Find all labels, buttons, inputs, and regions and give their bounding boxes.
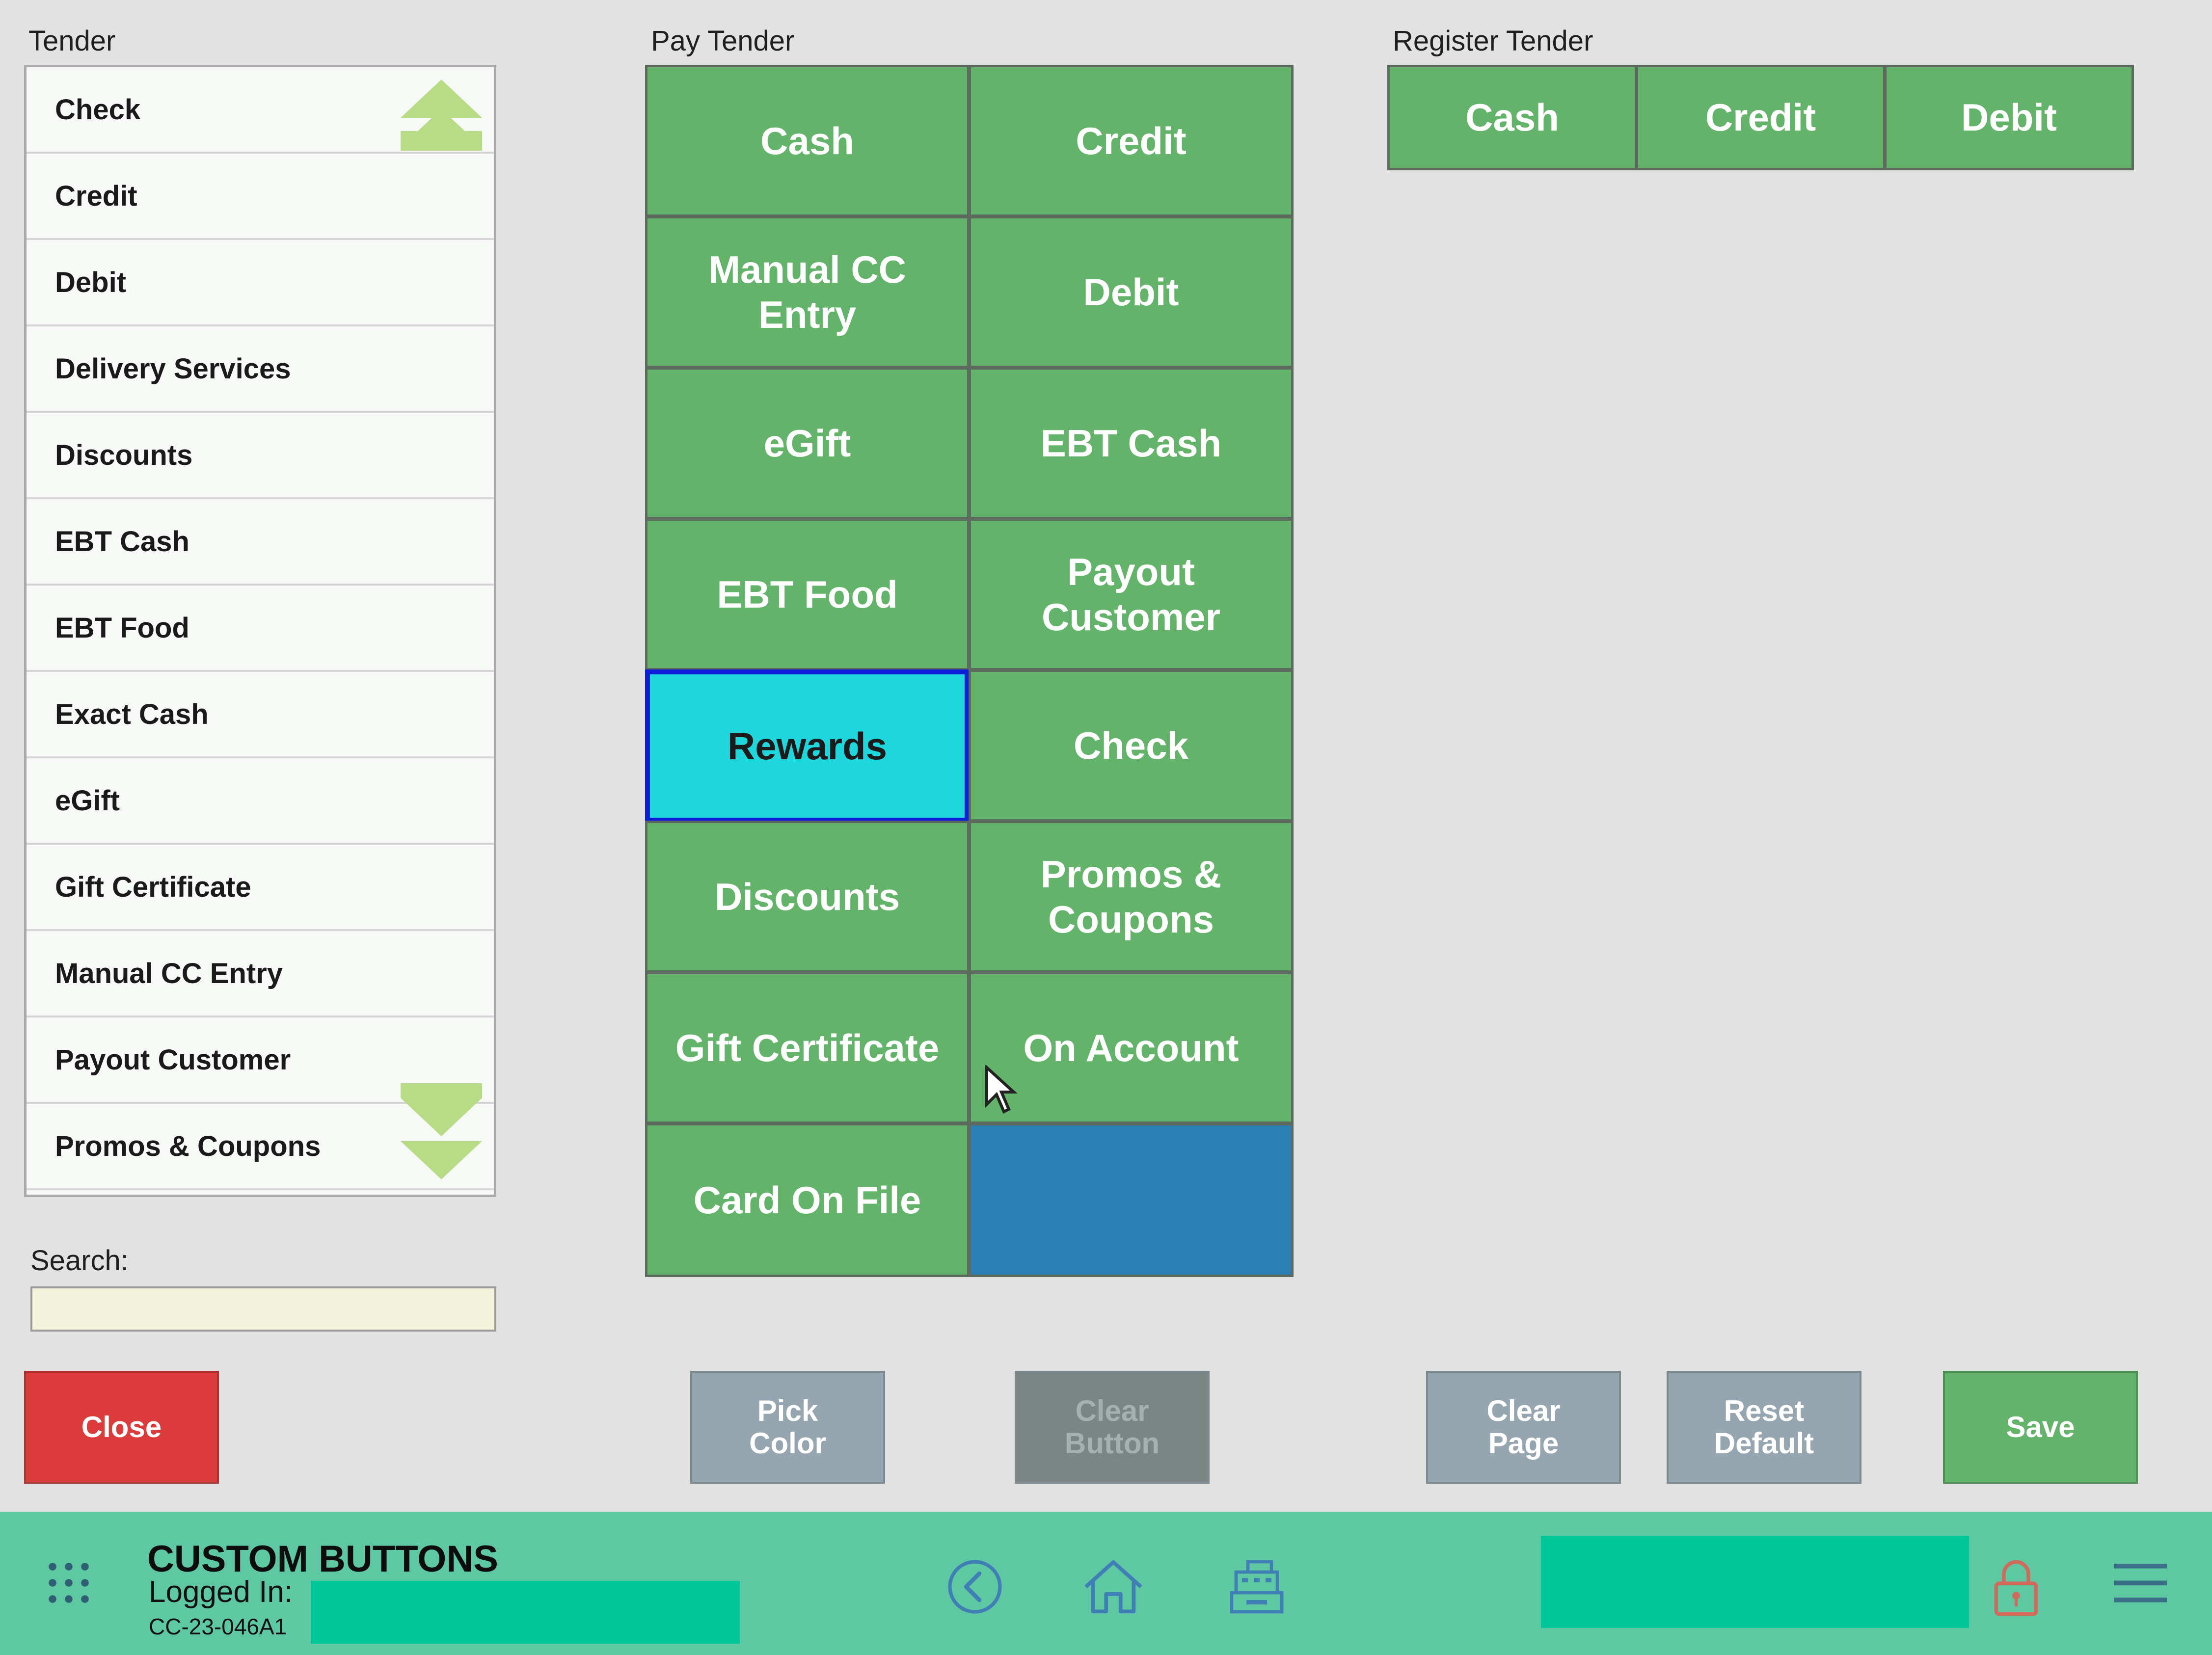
lock-icon[interactable] (1992, 1557, 2041, 1619)
home-icon[interactable] (1081, 1557, 1145, 1616)
logged-in-user-redacted (311, 1581, 740, 1644)
pay-tender-button[interactable]: Card On File (645, 1123, 970, 1277)
pay-tender-button[interactable]: Payout Customer (969, 518, 1294, 670)
tender-list-item[interactable]: Exact Cash (27, 672, 494, 758)
tender-list-item[interactable]: EBT Food (27, 586, 494, 672)
register-tender-button[interactable]: Cash (1387, 65, 1637, 170)
pay-tender-button[interactable]: EBT Food (645, 518, 970, 670)
tender-list-item[interactable]: Manual CC Entry (27, 931, 494, 1017)
clear-page-button[interactable]: Clear Page (1426, 1371, 1621, 1484)
clear-button-button: Clear Button (1015, 1371, 1210, 1484)
pick-color-button[interactable]: Pick Color (690, 1371, 885, 1484)
tender-list-item[interactable]: Debit (27, 240, 494, 326)
tender-list[interactable]: Check Credit Debit Delivery Services Dis… (24, 65, 496, 1197)
tender-section-label: Tender (28, 25, 116, 57)
tender-list-item[interactable]: eGift (27, 758, 494, 845)
triangle-down-icon (401, 1141, 482, 1179)
logged-in-label: Logged In: (149, 1575, 293, 1609)
scroll-down-bar (401, 1083, 482, 1098)
pay-tender-empty-slot[interactable] (969, 1123, 1294, 1277)
search-input[interactable] (30, 1286, 496, 1332)
pay-tender-button[interactable]: Cash (645, 65, 970, 217)
pay-tender-button[interactable]: Manual CC Entry (645, 216, 970, 368)
apps-grid-icon[interactable] (47, 1561, 91, 1605)
close-button[interactable]: Close (24, 1371, 219, 1484)
pay-tender-button[interactable]: Check (969, 669, 1294, 822)
register-tender-button[interactable]: Credit (1636, 65, 1886, 170)
register-tender-button[interactable]: Debit (1884, 65, 2134, 170)
cash-register-icon[interactable] (1227, 1557, 1286, 1616)
pay-tender-button[interactable]: Debit (969, 216, 1294, 368)
footer-bar: CUSTOM BUTTONS Logged In: CC-23-046A1 (0, 1512, 2212, 1655)
pay-tender-button[interactable]: eGift (645, 367, 970, 519)
back-circle-icon[interactable] (945, 1557, 1004, 1616)
pay-tender-section-label: Pay Tender (651, 25, 795, 57)
triangle-down-icon (401, 1098, 482, 1136)
scroll-down-button[interactable] (400, 1083, 483, 1181)
mouse-cursor-icon (985, 1065, 1018, 1114)
save-button[interactable]: Save (1943, 1371, 2138, 1484)
status-panel-redacted (1541, 1536, 1969, 1628)
tender-list-item[interactable]: Discounts (27, 413, 494, 499)
pay-tender-button-selected[interactable]: Rewards (645, 669, 970, 823)
register-tender-section-label: Register Tender (1393, 25, 1593, 57)
pay-tender-button[interactable]: EBT Cash (969, 367, 1294, 519)
pay-tender-button[interactable]: Credit (969, 65, 1294, 217)
search-label: Search: (30, 1245, 129, 1277)
device-id: CC-23-046A1 (149, 1614, 287, 1639)
scroll-up-bar (401, 131, 482, 151)
pay-tender-button[interactable]: Promos & Coupons (969, 821, 1294, 973)
reset-default-button[interactable]: Reset Default (1667, 1371, 1861, 1484)
page-title: CUSTOM BUTTONS (147, 1538, 498, 1580)
scroll-up-button[interactable] (400, 80, 483, 178)
menu-icon[interactable] (2113, 1561, 2167, 1605)
tender-list-item[interactable]: Gift Certificate (27, 845, 494, 931)
pay-tender-button[interactable]: Discounts (645, 821, 970, 973)
tender-list-item[interactable]: EBT Cash (27, 499, 494, 586)
pay-tender-button[interactable]: Gift Certificate (645, 972, 970, 1124)
tender-list-item[interactable]: Delivery Services (27, 326, 494, 413)
